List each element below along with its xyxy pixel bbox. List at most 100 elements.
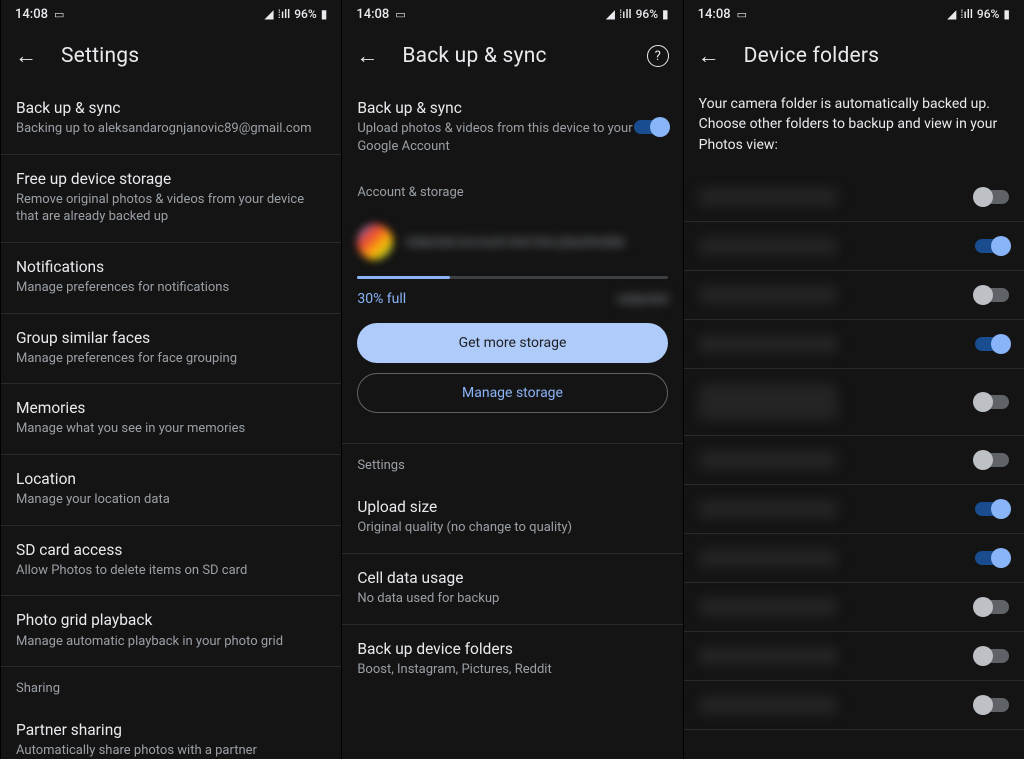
device-folder-row[interactable] [684, 222, 1024, 271]
item-title: Partner sharing [16, 720, 326, 740]
status-time: 14:08 [356, 7, 389, 22]
item-sub: Automatically share photos with a partne… [16, 742, 326, 759]
folder-toggle[interactable] [975, 453, 1009, 467]
backup-setting-item[interactable]: Back up device folders Boost, Instagram, … [342, 625, 682, 695]
folder-toggle[interactable] [975, 337, 1009, 351]
battery-pct: 96% [977, 7, 999, 21]
device-folder-row[interactable] [684, 534, 1024, 583]
backup-sync-master[interactable]: Back up & sync Upload photos & videos fr… [342, 84, 682, 171]
page-title: Back up & sync [402, 44, 546, 68]
help-icon[interactable]: ? [647, 45, 669, 67]
item-title: Cell data usage [357, 568, 667, 588]
account-email: redacted account text line placeholder [405, 235, 667, 250]
page-title: Device folders [744, 44, 880, 68]
folder-name [699, 237, 837, 255]
folder-name [699, 598, 837, 616]
picture-icon: ▭ [737, 8, 747, 21]
status-time: 14:08 [15, 7, 48, 22]
settings-item[interactable]: Back up & sync Backing up to aleksandarog… [1, 84, 341, 155]
folder-toggle[interactable] [975, 698, 1009, 712]
item-title: Back up device folders [357, 639, 667, 659]
settings-item[interactable]: Photo grid playback Manage automatic play… [1, 596, 341, 667]
item-sub: Manage your location data [16, 491, 326, 509]
back-icon[interactable]: ← [15, 43, 37, 69]
device-folder-row[interactable] [684, 436, 1024, 485]
settings-item[interactable]: Location Manage your location data [1, 455, 341, 526]
item-title: Location [16, 469, 326, 489]
backup-setting-item[interactable]: Cell data usageNo data used for backup [342, 554, 682, 625]
signal-icon: ⁞ıll [619, 7, 632, 21]
device-folder-row[interactable] [684, 632, 1024, 681]
backup-setting-item[interactable]: Upload size Original quality (no change t… [342, 483, 682, 554]
intro-text: Your camera folder is automatically back… [684, 84, 1024, 173]
device-folder-row[interactable] [684, 320, 1024, 369]
folder-toggle[interactable] [975, 395, 1009, 409]
back-icon[interactable]: ← [698, 43, 720, 69]
device-folder-row[interactable] [684, 583, 1024, 632]
signal-icon: ⁞ıll [278, 7, 291, 21]
item-sub: Manage automatic playback in your photo … [16, 633, 326, 651]
back-icon[interactable]: ← [356, 43, 378, 69]
device-folder-row[interactable] [684, 681, 1024, 730]
status-bar: 14:08 ▭ ◢ ⁞ıll 96% ▮ [684, 0, 1024, 28]
folder-name [699, 696, 837, 714]
item-sub: Manage preferences for face grouping [16, 350, 326, 368]
item-title: Upload size [357, 497, 667, 517]
battery-icon: ▮ [1003, 7, 1010, 21]
item-title: Back up & sync [16, 98, 326, 118]
settings-header: Settings [342, 444, 682, 483]
folder-toggle[interactable] [975, 551, 1009, 565]
status-bar: 14:08 ▭ ◢ ⁞ıll 96% ▮ [342, 0, 682, 28]
status-bar: 14:08 ▭ ◢ ⁞ıll 96% ▮ [1, 0, 341, 28]
storage-bar [357, 276, 667, 279]
device-folder-row[interactable] [684, 173, 1024, 222]
battery-icon: ▮ [321, 7, 328, 21]
folder-name [699, 335, 837, 353]
item-sub: Manage preferences for notifications [16, 279, 326, 297]
settings-item[interactable]: SD card accessAllow Photos to delete ite… [1, 526, 341, 597]
wifi-icon: ◢ [606, 7, 615, 21]
app-bar: ← Back up & sync ? [342, 28, 682, 84]
wifi-icon: ◢ [947, 7, 956, 21]
account-storage-header: Account & storage [342, 171, 682, 210]
account-row[interactable]: redacted account text line placeholder [342, 210, 682, 272]
manage-storage-button[interactable]: Manage storage [357, 373, 667, 413]
settings-screen: 14:08 ▭ ◢ ⁞ıll 96% ▮ ← Settings Back up … [0, 0, 341, 759]
folder-toggle[interactable] [975, 502, 1009, 516]
get-more-storage-button[interactable]: Get more storage [357, 323, 667, 363]
folder-toggle[interactable] [975, 288, 1009, 302]
device-folder-row[interactable] [684, 271, 1024, 320]
wifi-icon: ◢ [264, 7, 273, 21]
item-title: Back up & sync [357, 98, 633, 118]
avatar [357, 224, 393, 260]
status-time: 14:08 [698, 7, 731, 22]
settings-item[interactable]: Group similar facesManage preferences fo… [1, 314, 341, 385]
folder-name [699, 549, 837, 567]
settings-item[interactable]: Free up device storageRemove original ph… [1, 155, 341, 243]
folder-name [699, 286, 837, 304]
device-folder-row[interactable] [684, 369, 1024, 436]
item-sub: Original quality (no change to quality) [357, 519, 667, 537]
battery-icon: ▮ [662, 7, 669, 21]
item-sub: Backing up to aleksandarognjanovic89@gma… [16, 120, 326, 138]
item-sub: Upload photos & videos from this device … [357, 120, 633, 155]
settings-item[interactable]: Notifications Manage preferences for noti… [1, 243, 341, 314]
backup-sync-toggle[interactable] [634, 120, 668, 134]
folder-name [699, 647, 837, 665]
item-sub: Remove original photos & videos from you… [16, 191, 326, 226]
partner-sharing-item[interactable]: Partner sharing Automatically share phot… [1, 706, 341, 759]
storage-used: redacted [617, 292, 668, 307]
folder-toggle[interactable] [975, 600, 1009, 614]
folder-toggle[interactable] [975, 239, 1009, 253]
settings-item[interactable]: MemoriesManage what you see in your memo… [1, 384, 341, 455]
folder-toggle[interactable] [975, 649, 1009, 663]
item-title: SD card access [16, 540, 326, 560]
folder-toggle[interactable] [975, 190, 1009, 204]
device-folder-row[interactable] [684, 485, 1024, 534]
sharing-header: Sharing [1, 667, 341, 706]
item-title: Photo grid playback [16, 610, 326, 630]
picture-icon: ▭ [54, 8, 64, 21]
item-sub: Boost, Instagram, Pictures, Reddit [357, 661, 667, 679]
item-title: Free up device storage [16, 169, 326, 189]
item-title: Notifications [16, 257, 326, 277]
